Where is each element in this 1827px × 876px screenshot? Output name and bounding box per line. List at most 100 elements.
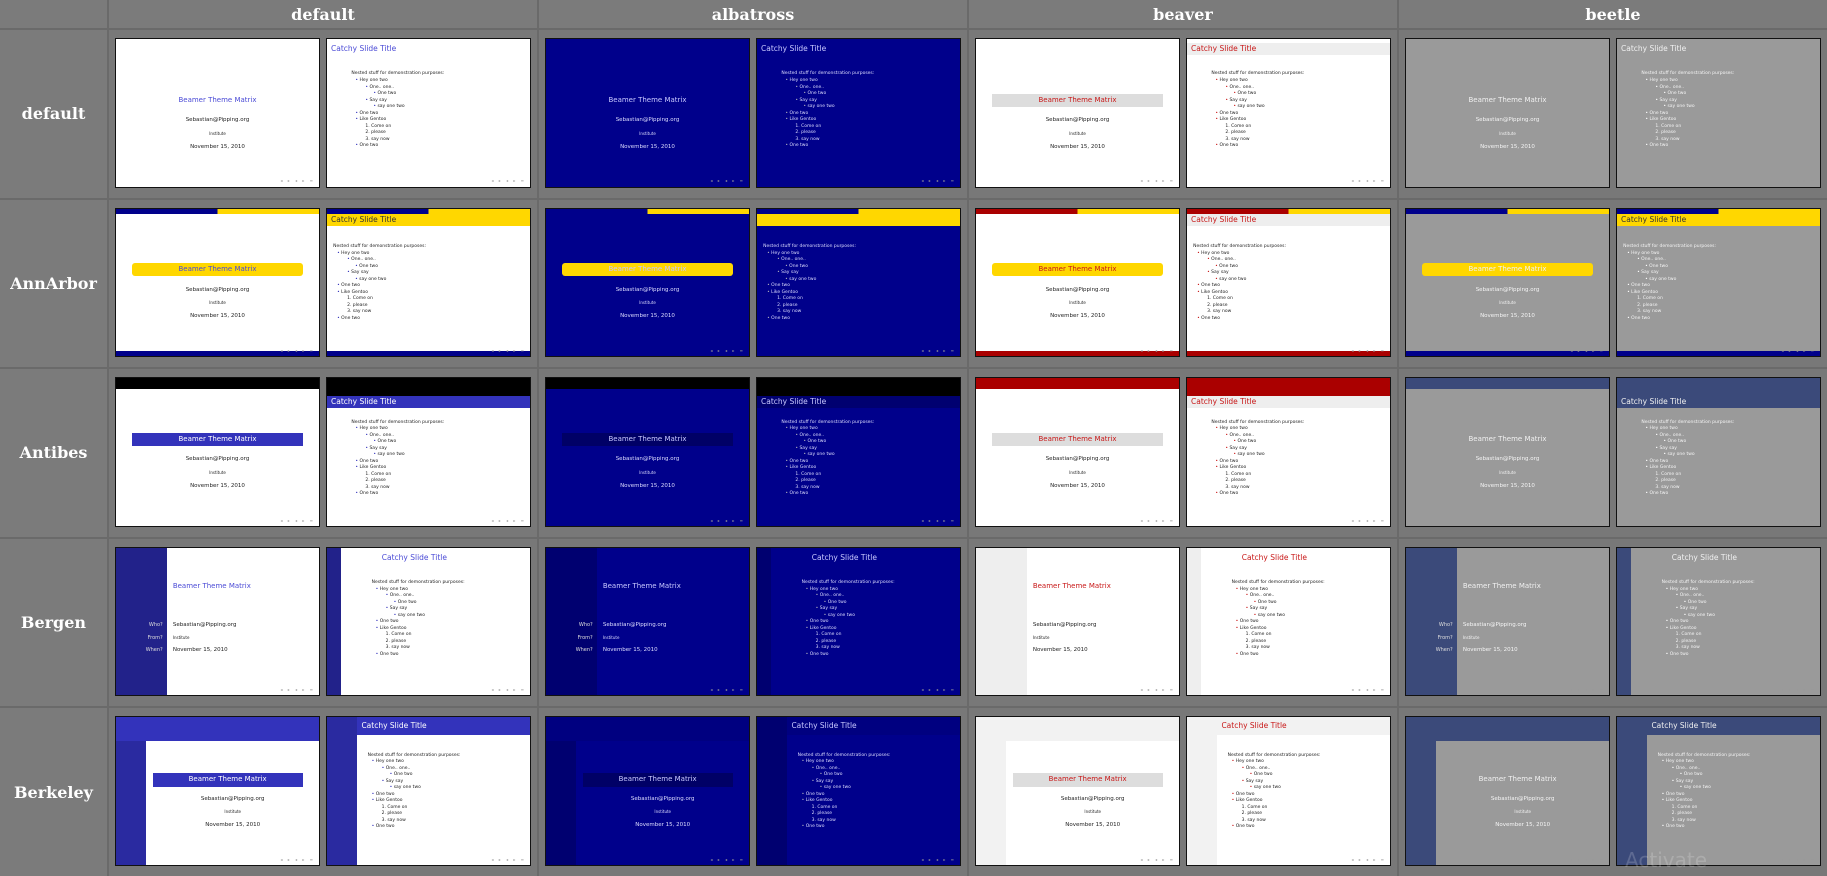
label-from: From? [147, 634, 163, 641]
slide-institute: Institute [1069, 300, 1086, 306]
navigation-symbols: ◂ ▸ ◂ ▸ ≡ [491, 178, 526, 184]
bullet-text: Say say [1675, 778, 1694, 784]
frame-slide[interactable]: Catchy Slide Title Nested stuff for demon… [326, 716, 531, 866]
bullet-text: Say say [1249, 606, 1268, 612]
frame-slide[interactable]: Catchy Slide Title Nested stuff for demon… [326, 38, 531, 188]
frame-slide[interactable]: Catchy Slide Title Nested stuff for demon… [756, 716, 961, 866]
title-slide[interactable]: Beamer Theme Matrix Sebastian@Pipping.org… [1405, 377, 1610, 527]
frame-title: Catchy Slide Title [1241, 553, 1307, 563]
title-slide[interactable]: Beamer Theme Matrix Sebastian@Pipping.org… [545, 716, 750, 866]
frame-slide[interactable]: Catchy Slide Title Nested stuff for demon… [756, 38, 961, 188]
bullet-text: say one two [1257, 612, 1285, 618]
slide-institute: Institute [639, 130, 656, 136]
frame-title: Catchy Slide Title [1187, 214, 1390, 227]
bullet-text: Hey one two [789, 77, 818, 83]
bullet-text: Like Gentoo [1649, 117, 1677, 123]
bullet-text: Like Gentoo [359, 465, 387, 471]
bullet-text: Nested stuff for demonstration purposes: [1623, 244, 1717, 250]
slide-institute: Institute [209, 300, 226, 306]
frame-slide[interactable]: Catchy Slide Title Nested stuff for demon… [1616, 38, 1821, 188]
frame-slide[interactable]: Catchy Slide Title Nested stuff for demon… [756, 377, 961, 527]
title-slide[interactable]: Beamer Theme Matrix Sebastian@Pipping.org… [545, 207, 750, 358]
bullet-text: Say say [799, 97, 817, 103]
bullet-text: 2. please [795, 478, 816, 484]
bullet-text: One.. one.. [1229, 84, 1255, 90]
column-header-default: default [109, 0, 537, 28]
title-slide[interactable]: Beamer Theme Matrix Sebastian@Pipping.org… [975, 38, 1180, 188]
title-slide[interactable]: Beamer Theme Matrix Sebastian@Pipping.org… [975, 716, 1180, 866]
bullet-text: Like Gentoo [771, 289, 798, 295]
title-slide[interactable]: Beamer Theme Matrix Sebastian@Pipping.org… [115, 207, 320, 358]
bullet-text: 1. Come on [795, 123, 822, 129]
frame-slide[interactable]: Catchy Slide Title Nested stuff for demon… [1186, 546, 1391, 697]
title-slide[interactable]: Beamer Theme Matrix Sebastian@Pipping.org… [115, 716, 320, 866]
slide-institute: Institute [1069, 130, 1086, 136]
bullet-text: say one two [1687, 612, 1715, 618]
bullet-text: say one two [1237, 104, 1265, 110]
bullet-text: 2. please [1225, 130, 1246, 136]
title-slide[interactable]: Who? From? When? Beamer Theme Matrix Sebasti… [1405, 546, 1610, 697]
frame-slide[interactable]: Catchy Slide Title Nested stuff for demon… [756, 207, 961, 358]
title-slide[interactable]: Beamer Theme Matrix Sebastian@Pipping.org… [115, 38, 320, 188]
header-bar [116, 717, 319, 741]
bullet-text: Say say [369, 97, 387, 103]
navigation-symbols: ◂ ▸ ◂ ▸ ≡ [1570, 517, 1605, 523]
bullet-text: 1. Come on [365, 471, 392, 477]
bullet-text: 2. please [1637, 302, 1658, 308]
title-slide[interactable]: Beamer Theme Matrix Sebastian@Pipping.org… [1405, 207, 1610, 358]
title-slide[interactable]: Beamer Theme Matrix Sebastian@Pipping.org… [545, 377, 750, 527]
frame-slide[interactable]: Catchy Slide Title Nested stuff for demon… [1186, 377, 1391, 527]
bullet-item: • One two [1623, 316, 1812, 323]
frame-slide[interactable]: Catchy Slide Title Nested stuff for demon… [1616, 716, 1821, 866]
frame-slide[interactable]: Catchy Slide Title Nested stuff for demon… [1616, 377, 1821, 527]
bullet-text: say one two [823, 785, 851, 791]
title-slide[interactable]: Beamer Theme Matrix Sebastian@Pipping.org… [1405, 38, 1610, 188]
bullet-text: One.. one.. [1641, 257, 1666, 263]
navigation-symbols: ◂ ▸ ◂ ▸ ≡ [921, 856, 956, 862]
frame-slide[interactable]: Catchy Slide Title Nested stuff for demon… [326, 207, 531, 358]
bullet-item: • One two [368, 824, 522, 831]
slide-institute: Institute [1514, 808, 1532, 814]
slide-title: Beamer Theme Matrix [1468, 95, 1547, 104]
frame-slide[interactable]: Catchy Slide Title Nested stuff for demon… [756, 546, 961, 697]
bullet-text: Nested stuff for demonstration purposes: [1211, 71, 1305, 77]
bullet-text: Nested stuff for demonstration purposes: [781, 419, 875, 425]
bullet-item: • One two [1641, 143, 1812, 150]
header-bar [976, 717, 1179, 741]
header-bar [546, 208, 749, 215]
column-header-beetle: beetle [1399, 0, 1827, 28]
header-bar [1187, 378, 1390, 396]
frame-slide[interactable]: Catchy Slide Title Nested stuff for demon… [1186, 716, 1391, 866]
title-slide[interactable]: Who? From? When? Beamer Theme Matrix Sebasti… [115, 546, 320, 697]
frame-slide[interactable]: Catchy Slide Title Nested stuff for demon… [1186, 38, 1391, 188]
bullet-text: Hey one two [805, 759, 834, 765]
title-slide[interactable]: Beamer Theme Matrix Sebastian@Pipping.org… [975, 377, 1180, 527]
title-slide[interactable]: Beamer Theme Matrix Sebastian@Pipping.org… [115, 377, 320, 527]
title-slide[interactable]: Beamer Theme Matrix Sebastian@Pipping.org… [545, 38, 750, 188]
berkeley-sidebar [757, 717, 788, 865]
frame-slide[interactable]: Catchy Slide Title Nested stuff for demon… [1616, 207, 1821, 358]
bullet-text: Nested stuff for demonstration purposes: [351, 419, 445, 425]
bullet-text: Nested stuff for demonstration purposes: [367, 752, 461, 758]
bullet-text: 2. please [347, 302, 368, 308]
bullet-text: One two [789, 143, 809, 149]
matrix-cell-AnnArbor-beaver: Beamer Theme Matrix Sebastian@Pipping.org… [969, 199, 1397, 368]
bullet-text: One two [1669, 619, 1689, 625]
title-slide[interactable]: Who? From? When? Beamer Theme Matrix Sebasti… [975, 546, 1180, 697]
bullet-text: Say say [1211, 270, 1229, 276]
frame-slide[interactable]: Catchy Slide Title Nested stuff for demon… [326, 377, 531, 527]
frame-body: Nested stuff for demonstration purposes:… [781, 420, 952, 498]
bullet-text: 3. say now [381, 817, 406, 823]
bullet-item: • One two [1228, 824, 1382, 831]
slide-date: November 15, 2010 [1495, 822, 1551, 829]
title-slide[interactable]: Beamer Theme Matrix Sebastian@Pipping.org… [975, 207, 1180, 358]
bullet-text: One.. one.. [1659, 84, 1685, 90]
frame-slide[interactable]: Catchy Slide Title Nested stuff for demon… [1616, 546, 1821, 697]
title-slide[interactable]: Who? From? When? Beamer Theme Matrix Sebasti… [545, 546, 750, 697]
frame-slide[interactable]: Catchy Slide Title Nested stuff for demon… [1186, 207, 1391, 358]
header-bar [116, 378, 319, 389]
frame-slide[interactable]: Catchy Slide Title Nested stuff for demon… [326, 546, 531, 697]
bullet-text: 3. say now [1225, 136, 1250, 142]
bullet-text: One two [789, 110, 809, 116]
title-slide[interactable]: Beamer Theme Matrix Sebastian@Pipping.org… [1405, 716, 1610, 866]
